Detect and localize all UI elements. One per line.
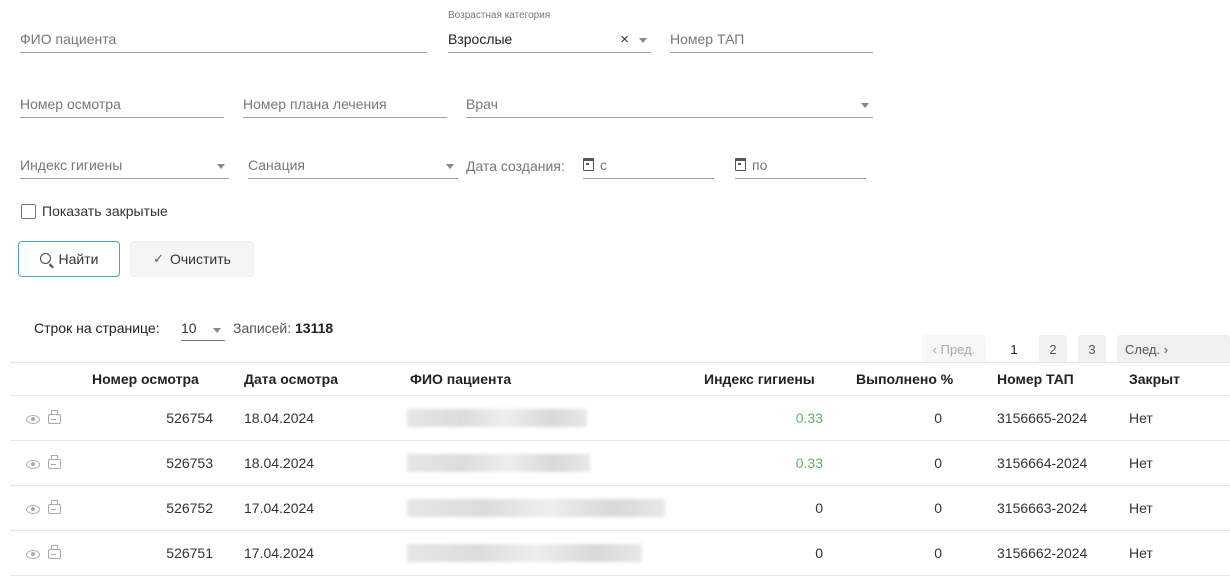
rows-per-page-label: Строк на странице:	[34, 320, 160, 336]
cell-exam-date: 17.04.2024	[232, 485, 407, 531]
exam-number-placeholder: Номер осмотра	[20, 96, 121, 112]
cell-completed-pct: 0	[837, 440, 987, 486]
cell-patient-name	[407, 395, 697, 441]
clear-icon[interactable]: ×	[620, 31, 629, 48]
cell-closed: Нет	[1117, 485, 1230, 531]
age-category-select[interactable]: Взрослые ×	[448, 28, 651, 53]
hygiene-index-select[interactable]: Индекс гигиены	[20, 154, 229, 179]
doctor-placeholder: Врач	[466, 96, 498, 112]
clear-button-label: Очистить	[169, 251, 231, 267]
date-to-placeholder: по	[752, 157, 768, 173]
chevron-down-icon[interactable]	[446, 164, 454, 169]
page-2-button[interactable]: 2	[1039, 335, 1067, 363]
prev-page-button[interactable]: ‹ Пред.	[922, 335, 986, 363]
cell-hygiene-index: 0.33	[697, 440, 837, 486]
cell-tap-number: 3156664-2024	[987, 440, 1117, 486]
cell-closed: Нет	[1117, 440, 1230, 486]
search-icon	[39, 252, 51, 264]
cell-exam-date: 17.04.2024	[232, 530, 407, 576]
table-row[interactable]: 526752 17.04.2024 0 0 3156663-2024 Нет	[10, 485, 1230, 531]
cell-closed: Нет	[1117, 530, 1230, 576]
exam-number-field[interactable]: Номер осмотра	[20, 93, 224, 118]
doctor-select[interactable]: Врач	[466, 93, 873, 118]
page-3-button[interactable]: 3	[1078, 335, 1106, 363]
rows-per-page-value: 10	[181, 320, 197, 336]
hygiene-index-placeholder: Индекс гигиены	[20, 157, 123, 173]
next-page-button[interactable]: След. ›	[1117, 335, 1230, 363]
cell-hygiene-index: 0.33	[697, 395, 837, 441]
age-category-label: Возрастная категория	[448, 10, 551, 21]
cell-completed-pct: 0	[837, 485, 987, 531]
calendar-icon[interactable]	[735, 158, 746, 171]
sanation-select[interactable]: Санация	[248, 154, 458, 179]
header-closed[interactable]: Закрыт	[1117, 362, 1230, 396]
header-patient-name[interactable]: ФИО пациента	[407, 362, 697, 396]
cell-completed-pct: 0	[837, 395, 987, 441]
actions-header	[10, 362, 82, 396]
cell-completed-pct: 0	[837, 530, 987, 576]
exam-table: Номер осмотра Дата осмотра ФИО пациента …	[10, 362, 1230, 576]
rows-per-page-select[interactable]: 10	[181, 318, 225, 341]
patient-name-field[interactable]: ФИО пациента	[20, 28, 427, 53]
table-row[interactable]: 526751 17.04.2024 0 0 3156662-2024 Нет	[10, 530, 1230, 576]
cell-exam-number: 526751	[82, 530, 232, 576]
header-exam-date[interactable]: Дата осмотра	[232, 362, 407, 396]
header-hygiene-index[interactable]: Индекс гигиены	[697, 362, 837, 396]
print-icon[interactable]	[48, 500, 61, 515]
chevron-down-icon[interactable]	[213, 328, 221, 333]
print-icon[interactable]	[48, 545, 61, 560]
plan-number-placeholder: Номер плана лечения	[243, 96, 387, 112]
sanation-placeholder: Санация	[248, 157, 305, 173]
show-closed-label: Показать закрытые	[42, 203, 168, 219]
broom-icon: ✓	[153, 251, 164, 266]
header-tap-number[interactable]: Номер ТАП	[987, 362, 1117, 396]
cell-exam-number: 526752	[82, 485, 232, 531]
cell-closed: Нет	[1117, 395, 1230, 441]
records-label: Записей:	[233, 320, 292, 336]
age-category-value: Взрослые	[448, 31, 513, 47]
date-to-field[interactable]: по	[735, 154, 866, 179]
date-from-placeholder: с	[600, 157, 607, 173]
show-closed-checkbox[interactable]	[21, 204, 36, 219]
cell-exam-number: 526754	[82, 395, 232, 441]
cell-exam-date: 18.04.2024	[232, 440, 407, 486]
cell-hygiene-index: 0	[697, 530, 837, 576]
chevron-down-icon[interactable]	[861, 103, 869, 108]
header-exam-number[interactable]: Номер осмотра	[82, 362, 232, 396]
view-icon[interactable]	[26, 414, 40, 424]
page-1-button[interactable]: 1	[1000, 335, 1028, 363]
cell-exam-date: 18.04.2024	[232, 395, 407, 441]
view-icon[interactable]	[26, 504, 40, 514]
cell-patient-name	[407, 485, 697, 531]
view-icon[interactable]	[26, 549, 40, 559]
table-row[interactable]: 526754 18.04.2024 0.33 0 3156665-2024 Не…	[10, 395, 1230, 441]
cell-patient-name	[407, 530, 697, 576]
patient-name-placeholder: ФИО пациента	[20, 31, 117, 47]
tap-number-field[interactable]: Номер ТАП	[670, 28, 873, 53]
cell-tap-number: 3156662-2024	[987, 530, 1117, 576]
cell-patient-name	[407, 440, 697, 486]
print-icon[interactable]	[48, 455, 61, 470]
table-row[interactable]: 526753 18.04.2024 0.33 0 3156664-2024 Не…	[10, 440, 1230, 486]
cell-exam-number: 526753	[82, 440, 232, 486]
table-header-row: Номер осмотра Дата осмотра ФИО пациента …	[10, 362, 1230, 396]
tap-number-placeholder: Номер ТАП	[670, 31, 745, 47]
print-icon[interactable]	[48, 410, 61, 425]
cell-tap-number: 3156665-2024	[987, 395, 1117, 441]
find-button[interactable]: Найти	[18, 241, 120, 277]
created-date-label: Дата создания:	[466, 158, 565, 174]
find-button-label: Найти	[58, 251, 99, 267]
plan-number-field[interactable]: Номер плана лечения	[243, 93, 447, 118]
clear-button[interactable]: ✓ Очистить	[130, 241, 254, 277]
cell-tap-number: 3156663-2024	[987, 485, 1117, 531]
records-count: 13118	[295, 320, 334, 336]
calendar-icon[interactable]	[583, 158, 594, 171]
chevron-down-icon[interactable]	[639, 38, 647, 43]
date-from-field[interactable]: с	[583, 154, 714, 179]
header-completed-pct[interactable]: Выполнено %	[837, 362, 987, 396]
cell-hygiene-index: 0	[697, 485, 837, 531]
chevron-down-icon[interactable]	[217, 164, 225, 169]
view-icon[interactable]	[26, 459, 40, 469]
